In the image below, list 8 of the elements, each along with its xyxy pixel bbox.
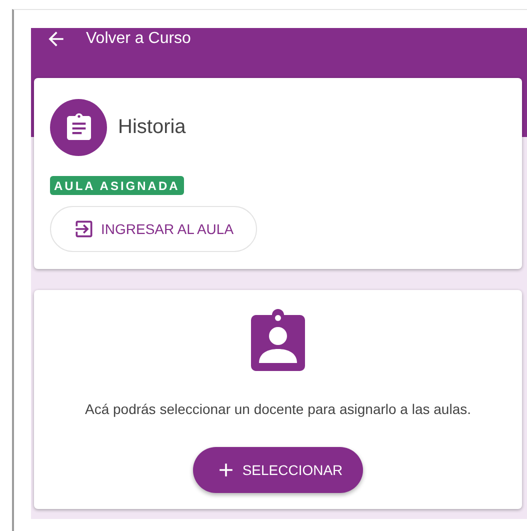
enter-classroom-button[interactable]: INGRESAR AL AULA bbox=[50, 206, 257, 252]
back-link[interactable]: Volver a Curso bbox=[86, 30, 191, 48]
id-badge-icon bbox=[250, 309, 306, 371]
course-title: Historia bbox=[118, 116, 186, 139]
login-icon bbox=[73, 218, 95, 240]
status-badge: AULA ASIGNADA bbox=[50, 176, 184, 195]
instruction-text: Acá podrás seleccionar un docente para asignarlo a las aulas. bbox=[84, 401, 472, 417]
select-button[interactable]: SELECCIONAR bbox=[193, 447, 363, 493]
